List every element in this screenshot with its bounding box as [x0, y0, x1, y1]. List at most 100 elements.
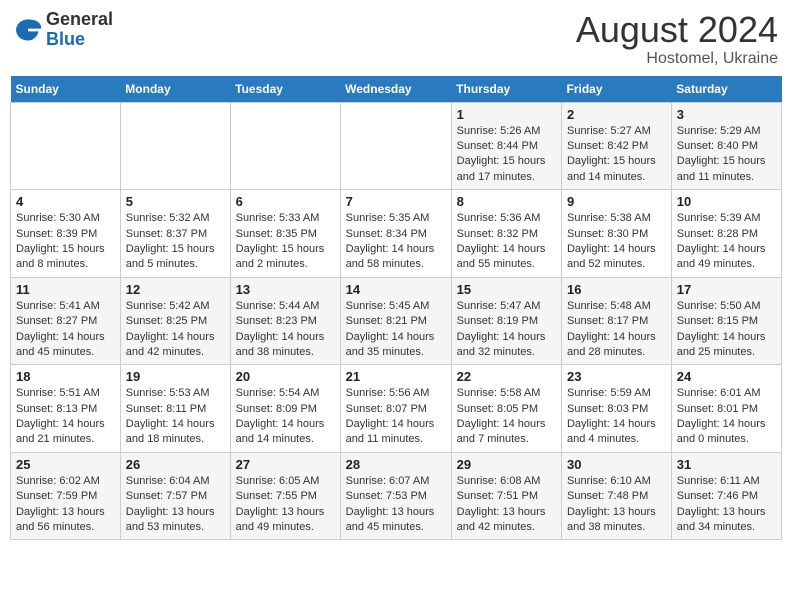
day-number: 6: [236, 194, 335, 209]
day-info: Sunrise: 5:38 AM Sunset: 8:30 PM Dayligh…: [567, 211, 666, 273]
calendar-table: SundayMondayTuesdayWednesdayThursdayFrid…: [10, 76, 782, 541]
page-header: General Blue August 2024 Hostomel, Ukrai…: [10, 10, 782, 68]
day-number: 8: [457, 194, 556, 209]
day-number: 26: [126, 457, 225, 472]
week-row-5: 25 Sunrise: 6:02 AM Sunset: 7:59 PM Dayli…: [11, 452, 782, 540]
day-info: Sunrise: 5:27 AM Sunset: 8:42 PM Dayligh…: [567, 124, 666, 186]
logo-blue: Blue: [46, 30, 113, 50]
calendar-cell: [340, 102, 451, 190]
day-info: Sunrise: 5:29 AM Sunset: 8:40 PM Dayligh…: [677, 124, 776, 186]
calendar-cell: 19 Sunrise: 5:53 AM Sunset: 8:11 PM Dayli…: [120, 365, 230, 453]
day-info: Sunrise: 5:48 AM Sunset: 8:17 PM Dayligh…: [567, 299, 666, 361]
calendar-cell: 6Sunrise: 5:33 AM Sunset: 8:35 PM Daylig…: [230, 190, 340, 278]
calendar-cell: 25 Sunrise: 6:02 AM Sunset: 7:59 PM Dayli…: [11, 452, 121, 540]
day-number: 21: [346, 369, 446, 384]
calendar-cell: 18Sunrise: 5:51 AM Sunset: 8:13 PM Dayli…: [11, 365, 121, 453]
calendar-cell: 2 Sunrise: 5:27 AM Sunset: 8:42 PM Daylig…: [561, 102, 671, 190]
day-info: Sunrise: 5:30 AM Sunset: 8:39 PM Dayligh…: [16, 211, 115, 273]
calendar-cell: 29Sunrise: 6:08 AM Sunset: 7:51 PM Dayli…: [451, 452, 561, 540]
calendar-cell: 22 Sunrise: 5:58 AM Sunset: 8:05 PM Dayli…: [451, 365, 561, 453]
day-number: 22: [457, 369, 556, 384]
day-number: 30: [567, 457, 666, 472]
calendar-cell: 12 Sunrise: 5:42 AM Sunset: 8:25 PM Dayli…: [120, 277, 230, 365]
logo-text: General Blue: [46, 10, 113, 50]
day-number: 7: [346, 194, 446, 209]
day-info: Sunrise: 6:05 AM Sunset: 7:55 PM Dayligh…: [236, 474, 335, 536]
day-info: Sunrise: 5:44 AM Sunset: 8:23 PM Dayligh…: [236, 299, 335, 361]
day-number: 9: [567, 194, 666, 209]
calendar-cell: 10Sunrise: 5:39 AM Sunset: 8:28 PM Dayli…: [671, 190, 781, 278]
day-number: 11: [16, 282, 115, 297]
day-number: 5: [126, 194, 225, 209]
day-info: Sunrise: 6:02 AM Sunset: 7:59 PM Dayligh…: [16, 474, 115, 536]
day-number: 1: [457, 107, 556, 122]
day-info: Sunrise: 5:59 AM Sunset: 8:03 PM Dayligh…: [567, 386, 666, 448]
calendar-cell: 24 Sunrise: 6:01 AM Sunset: 8:01 PM Dayli…: [671, 365, 781, 453]
calendar-cell: 11Sunrise: 5:41 AM Sunset: 8:27 PM Dayli…: [11, 277, 121, 365]
calendar-body: 1 Sunrise: 5:26 AM Sunset: 8:44 PM Daylig…: [11, 102, 782, 540]
calendar-cell: 23 Sunrise: 5:59 AM Sunset: 8:03 PM Dayli…: [561, 365, 671, 453]
day-number: 2: [567, 107, 666, 122]
logo-icon: [14, 16, 42, 44]
calendar-cell: 30 Sunrise: 6:10 AM Sunset: 7:48 PM Dayli…: [561, 452, 671, 540]
day-number: 10: [677, 194, 776, 209]
day-info: Sunrise: 5:58 AM Sunset: 8:05 PM Dayligh…: [457, 386, 556, 448]
dow-header-monday: Monday: [120, 76, 230, 103]
day-info: Sunrise: 5:53 AM Sunset: 8:11 PM Dayligh…: [126, 386, 225, 448]
day-info: Sunrise: 6:10 AM Sunset: 7:48 PM Dayligh…: [567, 474, 666, 536]
day-info: Sunrise: 5:42 AM Sunset: 8:25 PM Dayligh…: [126, 299, 225, 361]
day-number: 23: [567, 369, 666, 384]
day-number: 19: [126, 369, 225, 384]
calendar-cell: [230, 102, 340, 190]
day-info: Sunrise: 6:11 AM Sunset: 7:46 PM Dayligh…: [677, 474, 776, 536]
day-number: 20: [236, 369, 335, 384]
dow-header-sunday: Sunday: [11, 76, 121, 103]
day-info: Sunrise: 5:56 AM Sunset: 8:07 PM Dayligh…: [346, 386, 446, 448]
calendar-cell: 17Sunrise: 5:50 AM Sunset: 8:15 PM Dayli…: [671, 277, 781, 365]
day-number: 12: [126, 282, 225, 297]
week-row-2: 4Sunrise: 5:30 AM Sunset: 8:39 PM Daylig…: [11, 190, 782, 278]
week-row-4: 18Sunrise: 5:51 AM Sunset: 8:13 PM Dayli…: [11, 365, 782, 453]
day-info: Sunrise: 5:51 AM Sunset: 8:13 PM Dayligh…: [16, 386, 115, 448]
calendar-cell: 13 Sunrise: 5:44 AM Sunset: 8:23 PM Dayli…: [230, 277, 340, 365]
calendar-cell: 7 Sunrise: 5:35 AM Sunset: 8:34 PM Daylig…: [340, 190, 451, 278]
calendar-cell: 16 Sunrise: 5:48 AM Sunset: 8:17 PM Dayli…: [561, 277, 671, 365]
day-info: Sunrise: 6:07 AM Sunset: 7:53 PM Dayligh…: [346, 474, 446, 536]
dow-header-tuesday: Tuesday: [230, 76, 340, 103]
day-number: 14: [346, 282, 446, 297]
week-row-3: 11Sunrise: 5:41 AM Sunset: 8:27 PM Dayli…: [11, 277, 782, 365]
title-block: August 2024 Hostomel, Ukraine: [576, 10, 778, 68]
calendar-cell: 28 Sunrise: 6:07 AM Sunset: 7:53 PM Dayli…: [340, 452, 451, 540]
calendar-cell: 14Sunrise: 5:45 AM Sunset: 8:21 PM Dayli…: [340, 277, 451, 365]
day-number: 3: [677, 107, 776, 122]
dow-header-thursday: Thursday: [451, 76, 561, 103]
week-row-1: 1 Sunrise: 5:26 AM Sunset: 8:44 PM Daylig…: [11, 102, 782, 190]
calendar-cell: 15 Sunrise: 5:47 AM Sunset: 8:19 PM Dayli…: [451, 277, 561, 365]
calendar-cell: [120, 102, 230, 190]
calendar-cell: 21 Sunrise: 5:56 AM Sunset: 8:07 PM Dayli…: [340, 365, 451, 453]
logo-general: General: [46, 10, 113, 30]
day-number: 16: [567, 282, 666, 297]
calendar-cell: 1 Sunrise: 5:26 AM Sunset: 8:44 PM Daylig…: [451, 102, 561, 190]
day-number: 28: [346, 457, 446, 472]
day-info: Sunrise: 5:26 AM Sunset: 8:44 PM Dayligh…: [457, 124, 556, 186]
day-number: 31: [677, 457, 776, 472]
calendar-cell: 27Sunrise: 6:05 AM Sunset: 7:55 PM Dayli…: [230, 452, 340, 540]
calendar-cell: 4Sunrise: 5:30 AM Sunset: 8:39 PM Daylig…: [11, 190, 121, 278]
day-number: 29: [457, 457, 556, 472]
day-info: Sunrise: 5:54 AM Sunset: 8:09 PM Dayligh…: [236, 386, 335, 448]
day-info: Sunrise: 5:47 AM Sunset: 8:19 PM Dayligh…: [457, 299, 556, 361]
day-number: 24: [677, 369, 776, 384]
day-number: 13: [236, 282, 335, 297]
day-info: Sunrise: 5:35 AM Sunset: 8:34 PM Dayligh…: [346, 211, 446, 273]
day-info: Sunrise: 6:04 AM Sunset: 7:57 PM Dayligh…: [126, 474, 225, 536]
calendar-cell: 8Sunrise: 5:36 AM Sunset: 8:32 PM Daylig…: [451, 190, 561, 278]
main-title: August 2024: [576, 10, 778, 50]
day-number: 25: [16, 457, 115, 472]
day-info: Sunrise: 6:01 AM Sunset: 8:01 PM Dayligh…: [677, 386, 776, 448]
day-number: 15: [457, 282, 556, 297]
calendar-cell: 20 Sunrise: 5:54 AM Sunset: 8:09 PM Dayli…: [230, 365, 340, 453]
calendar-cell: 3 Sunrise: 5:29 AM Sunset: 8:40 PM Daylig…: [671, 102, 781, 190]
dow-header-saturday: Saturday: [671, 76, 781, 103]
day-number: 17: [677, 282, 776, 297]
